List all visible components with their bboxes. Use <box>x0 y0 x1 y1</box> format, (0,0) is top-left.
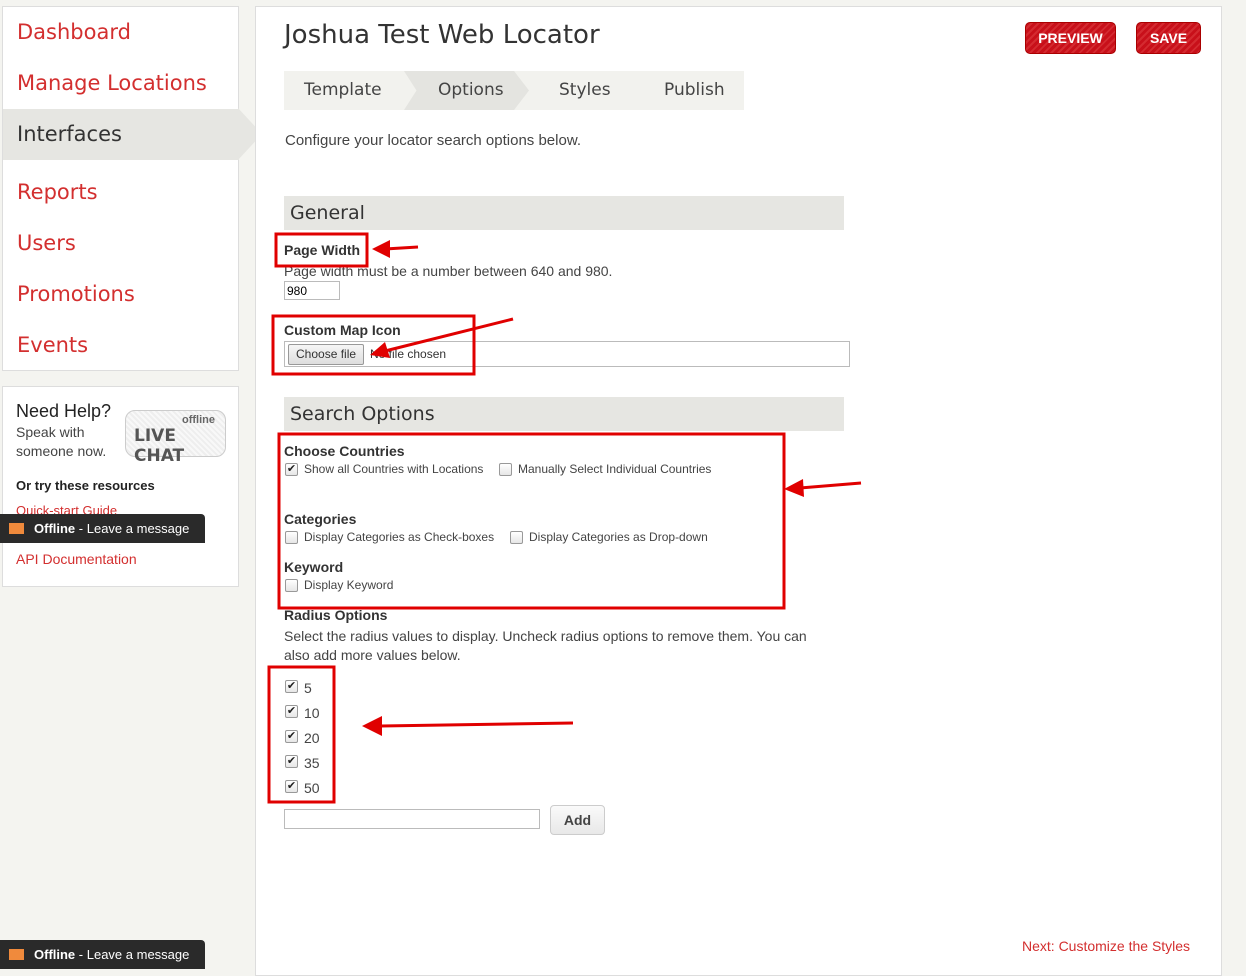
annotation-arrow <box>799 481 862 490</box>
annotation-arrow <box>379 721 574 728</box>
annotation-box <box>271 314 476 376</box>
annotation-arrow <box>384 317 514 353</box>
annotation-overlay <box>267 232 862 804</box>
annotation-box <box>267 665 336 804</box>
annotation-box <box>277 432 786 610</box>
annotation-box <box>274 232 369 268</box>
